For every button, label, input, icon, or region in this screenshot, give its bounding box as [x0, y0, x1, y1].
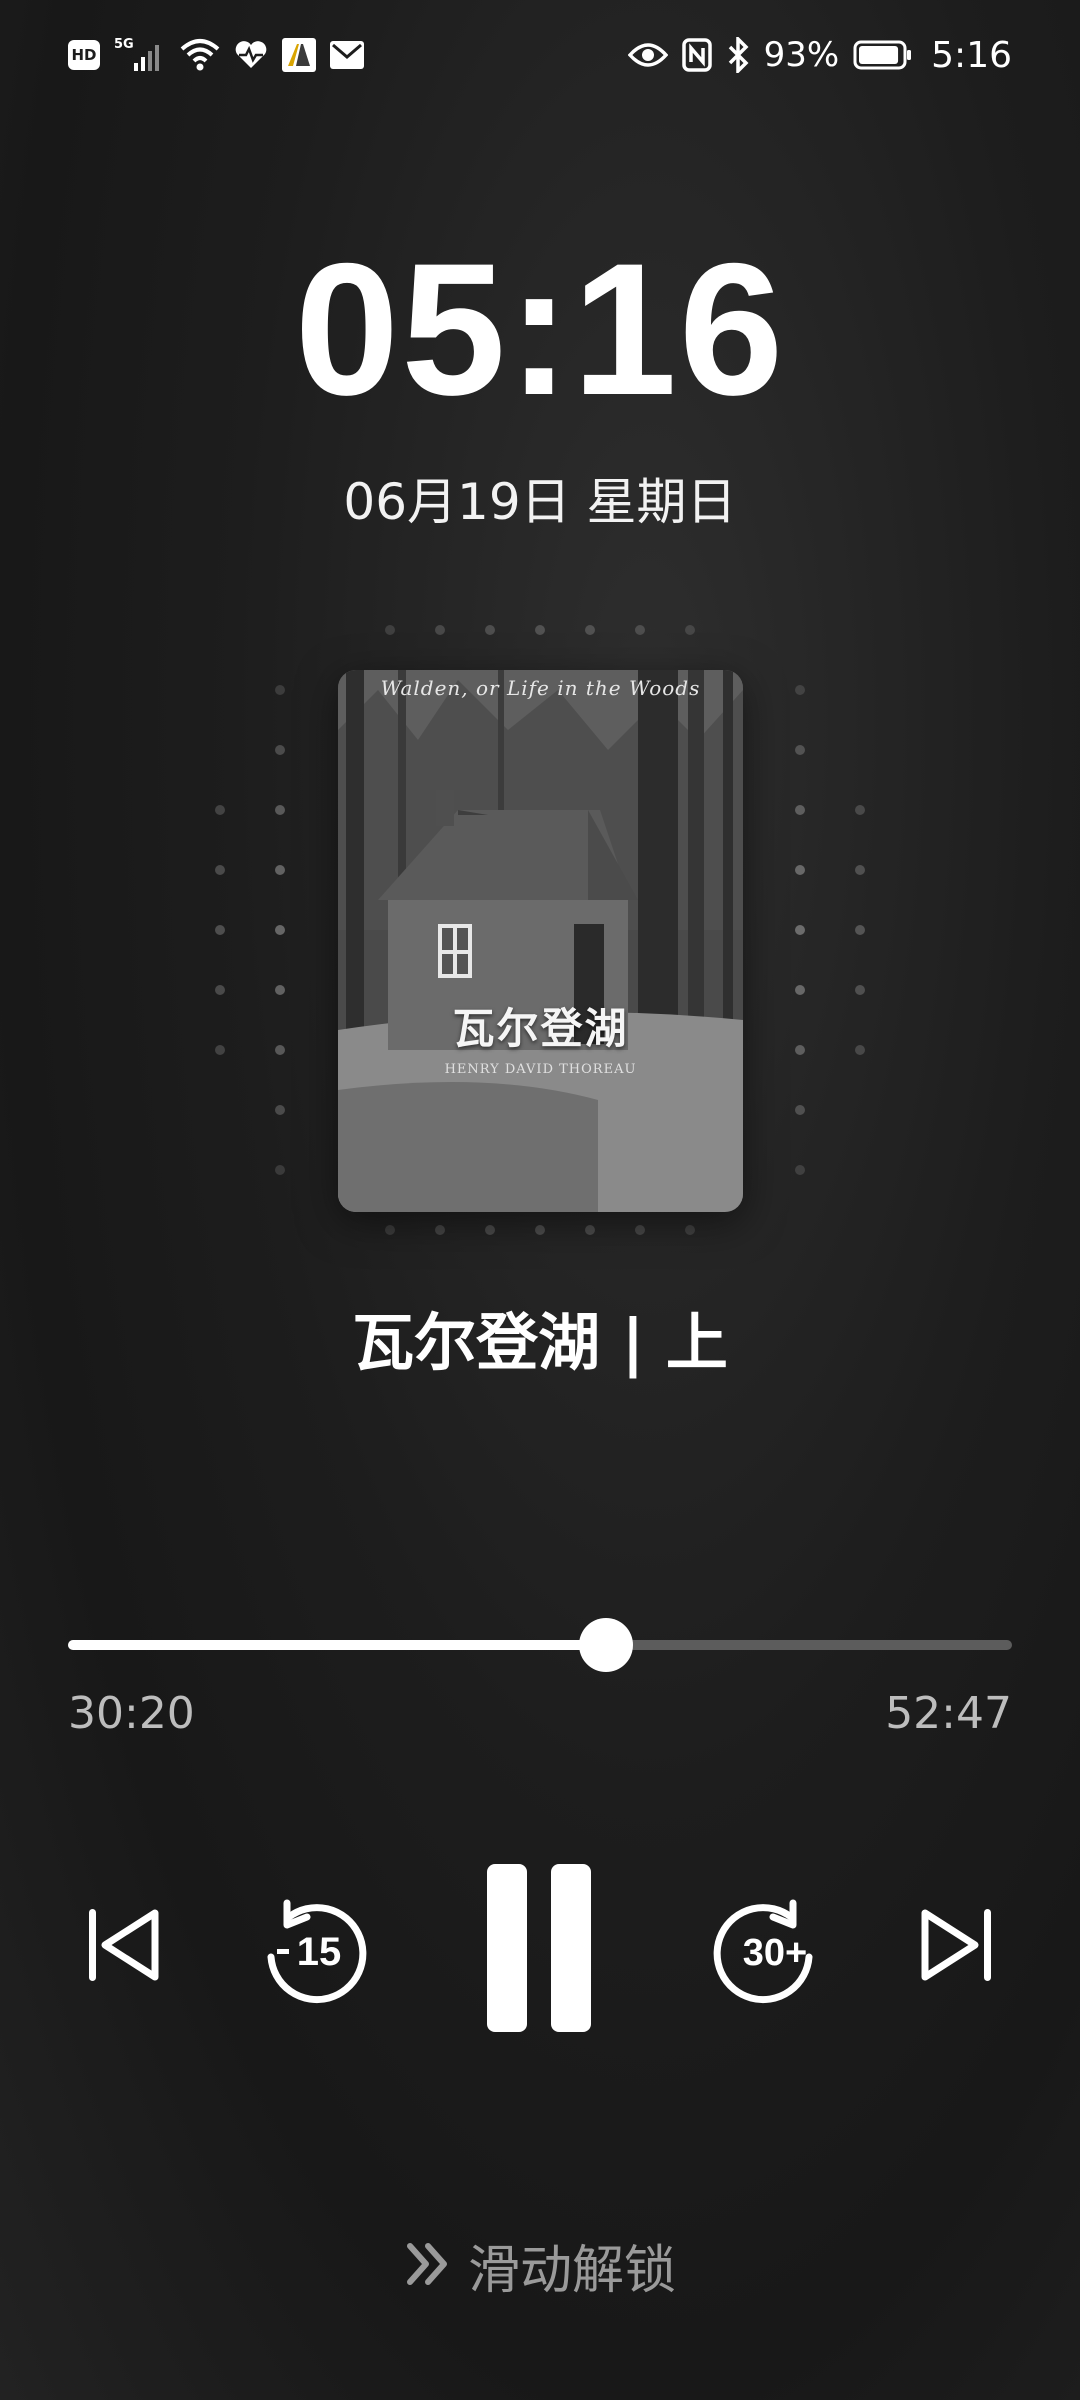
progress-bar[interactable] — [68, 1618, 1012, 1672]
album-cover[interactable]: Walden, or Life in the Woods 瓦尔登湖 HENRY … — [338, 670, 743, 1212]
pause-icon — [487, 1864, 591, 2032]
visualizer-dot — [585, 625, 595, 635]
cover-chinese-title: 瓦尔登湖 — [452, 1004, 629, 1053]
visualizer-dot — [795, 865, 805, 875]
elapsed-time: 30:20 — [68, 1688, 195, 1739]
visualizer-dot — [795, 1105, 805, 1115]
visualizer-dot — [795, 925, 805, 935]
visualizer-dot — [275, 925, 285, 935]
bluetooth-icon — [726, 33, 750, 77]
visualizer-dot — [485, 625, 495, 635]
visualizer-dot — [635, 625, 645, 635]
battery-icon — [853, 33, 913, 77]
status-bar: HD 5G 93% 5:16 — [0, 0, 1080, 110]
forward-label: 30+ — [743, 1932, 807, 1974]
progress-fill — [68, 1640, 607, 1650]
visualizer-dot — [855, 925, 865, 935]
visualizer-dot — [535, 625, 545, 635]
next-button[interactable] — [912, 1900, 1002, 1990]
rewind-label: 15 — [297, 1930, 342, 1974]
visualizer-dot — [275, 1045, 285, 1055]
visualizer-dot — [215, 1045, 225, 1055]
mail-icon — [330, 33, 364, 77]
rewind-15-button[interactable]: 15 — [258, 1896, 368, 2006]
visualizer-dot — [795, 1165, 805, 1175]
cover-artwork — [338, 670, 743, 1212]
visualizer-dot — [685, 1225, 695, 1235]
skip-previous-icon — [89, 1909, 159, 1981]
visualizer-dot — [275, 1105, 285, 1115]
forward-30-button[interactable]: 30+ — [712, 1896, 832, 2006]
hd-badge: HD — [68, 40, 100, 70]
visualizer-dot — [855, 865, 865, 875]
health-icon — [234, 33, 268, 77]
visualizer-dot — [795, 685, 805, 695]
visualizer-dot — [855, 805, 865, 815]
wifi-icon — [180, 33, 220, 77]
visualizer-dot — [275, 1165, 285, 1175]
slide-to-unlock[interactable]: 滑动解锁 — [0, 2228, 1080, 2303]
visualizer-dot — [795, 1045, 805, 1055]
visualizer-dot — [215, 985, 225, 995]
visualizer-dot — [855, 985, 865, 995]
status-bar-left: HD 5G — [68, 33, 364, 77]
visualizer-dot — [215, 805, 225, 815]
visualizer-dot — [585, 1225, 595, 1235]
rewind-15-icon: 15 — [267, 1899, 367, 2004]
visualizer-dot — [685, 625, 695, 635]
visualizer-dot — [435, 625, 445, 635]
signal-label: 5G — [114, 37, 134, 52]
visualizer-dot — [275, 865, 285, 875]
visualizer-dot — [385, 1225, 395, 1235]
visualizer-dot — [485, 1225, 495, 1235]
visualizer-dot — [855, 1045, 865, 1055]
visualizer-dot — [795, 805, 805, 815]
double-chevron-right-icon — [404, 2240, 454, 2292]
hd-icon: HD — [68, 33, 100, 77]
visualizer-dot — [435, 1225, 445, 1235]
status-time: 5:16 — [931, 34, 1012, 76]
pause-button[interactable] — [474, 1858, 604, 2038]
visualizer-dot — [275, 745, 285, 755]
visualizer-dot — [635, 1225, 645, 1235]
lockscreen-clock: 05:16 — [294, 224, 786, 434]
visualizer-dot — [215, 865, 225, 875]
lockscreen-date: 06月19日 星期日 — [343, 473, 737, 531]
visualizer-dot — [795, 985, 805, 995]
total-duration: 52:47 — [885, 1688, 1012, 1739]
visualizer-dot — [275, 805, 285, 815]
visualizer-dot — [385, 625, 395, 635]
5g-signal-icon: 5G — [114, 33, 166, 77]
status-bar-right: 93% 5:16 — [627, 33, 1012, 77]
forward-30-icon: 30+ — [713, 1899, 813, 2004]
cover-author: HENRY DAVID THOREAU — [444, 1062, 637, 1077]
nfc-icon — [681, 33, 712, 77]
eye-icon — [627, 33, 668, 77]
app-notification-icon — [282, 33, 316, 77]
visualizer-dot — [535, 1225, 545, 1235]
unlock-label: 滑动解锁 — [467, 2241, 676, 2301]
track-title: 瓦尔登湖 | 上 — [352, 1306, 728, 1379]
visualizer-dot — [215, 925, 225, 935]
cover-english-title: Walden, or Life in the Woods — [380, 676, 701, 700]
visualizer-dot — [795, 745, 805, 755]
progress-knob[interactable] — [579, 1618, 634, 1672]
visualizer-dot — [275, 985, 285, 995]
previous-button[interactable] — [78, 1900, 168, 1990]
visualizer-dot — [275, 685, 285, 695]
battery-percent: 93% — [763, 35, 840, 75]
skip-next-icon — [921, 1909, 991, 1981]
